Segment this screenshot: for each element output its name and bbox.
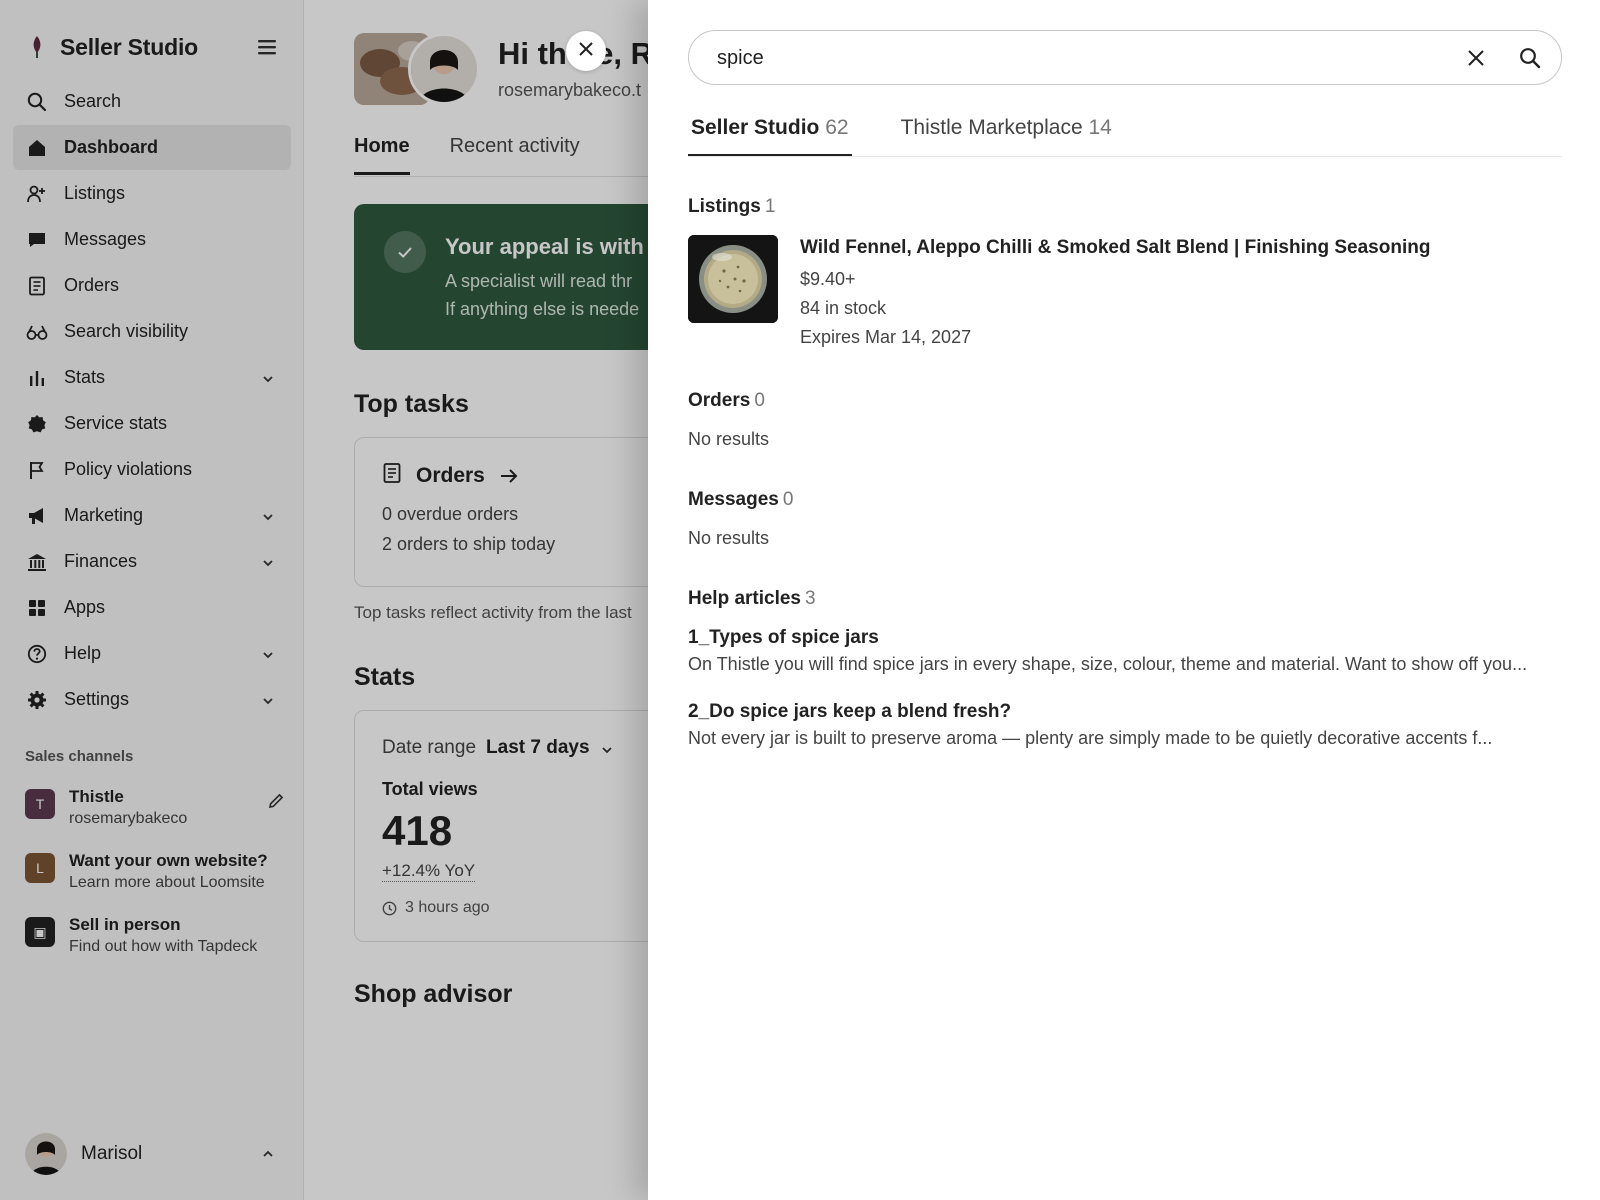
tab-label: Seller Studio <box>691 116 820 139</box>
search-input[interactable] <box>717 43 1417 73</box>
listing-title: Wild Fennel, Aleppo Chilli & Smoked Salt… <box>800 237 1431 258</box>
close-icon <box>577 40 595 63</box>
group-title: Orders <box>688 390 751 411</box>
group-count: 1 <box>764 196 776 217</box>
clear-icon[interactable] <box>1465 47 1487 69</box>
search-panel: Seller Studio 62 Thistle Marketplace 14 … <box>648 0 1600 1200</box>
help-group-heading: Help articles 3 <box>688 588 816 610</box>
search-icon[interactable] <box>1519 47 1541 69</box>
tab-count: 14 <box>1088 116 1112 139</box>
group-count: 3 <box>805 588 816 609</box>
article-title: 2_Do spice jars keep a blend fresh? <box>688 701 1012 722</box>
tab-thistle-marketplace[interactable]: Thistle Marketplace 14 <box>898 116 1115 157</box>
listing-result[interactable]: Wild Fennel, Aleppo Chilli & Smoked Salt… <box>688 235 1562 355</box>
article-snippet: On Thistle you will find spice jars in e… <box>688 654 1528 674</box>
article-title: 1_Types of spice jars <box>688 627 879 648</box>
modal-backdrop[interactable] <box>0 0 648 1200</box>
help-article-result[interactable]: 1_Types of spice jars On Thistle you wil… <box>688 625 1562 677</box>
listings-group-heading: Listings 1 <box>688 196 775 218</box>
search-scope-tabs: Seller Studio 62 Thistle Marketplace 14 <box>688 116 1161 157</box>
group-title: Listings <box>688 196 761 217</box>
tab-count: 62 <box>825 116 849 139</box>
search-field <box>688 30 1562 85</box>
tabs-divider <box>688 156 1562 157</box>
messages-group-heading: Messages 0 <box>688 489 793 511</box>
help-article-result[interactable]: 2_Do spice jars keep a blend fresh? Not … <box>688 699 1562 751</box>
listing-stock: 84 in stock <box>800 298 887 318</box>
article-snippet: Not every jar is built to preserve aroma… <box>688 728 1493 748</box>
orders-group-heading: Orders 0 <box>688 390 765 412</box>
group-title: Help articles <box>688 588 801 609</box>
listing-price: $9.40+ <box>800 269 856 289</box>
tab-label: Thistle Marketplace <box>900 116 1083 139</box>
orders-no-results: No results <box>688 429 770 449</box>
group-count: 0 <box>782 489 794 510</box>
messages-no-results: No results <box>688 528 770 548</box>
group-count: 0 <box>754 390 765 411</box>
listing-thumbnail <box>688 235 778 323</box>
group-title: Messages <box>688 489 779 510</box>
close-search-button[interactable] <box>566 31 606 71</box>
listing-expiry: Expires Mar 14, 2027 <box>800 327 972 347</box>
tab-seller-studio[interactable]: Seller Studio 62 <box>688 116 852 157</box>
